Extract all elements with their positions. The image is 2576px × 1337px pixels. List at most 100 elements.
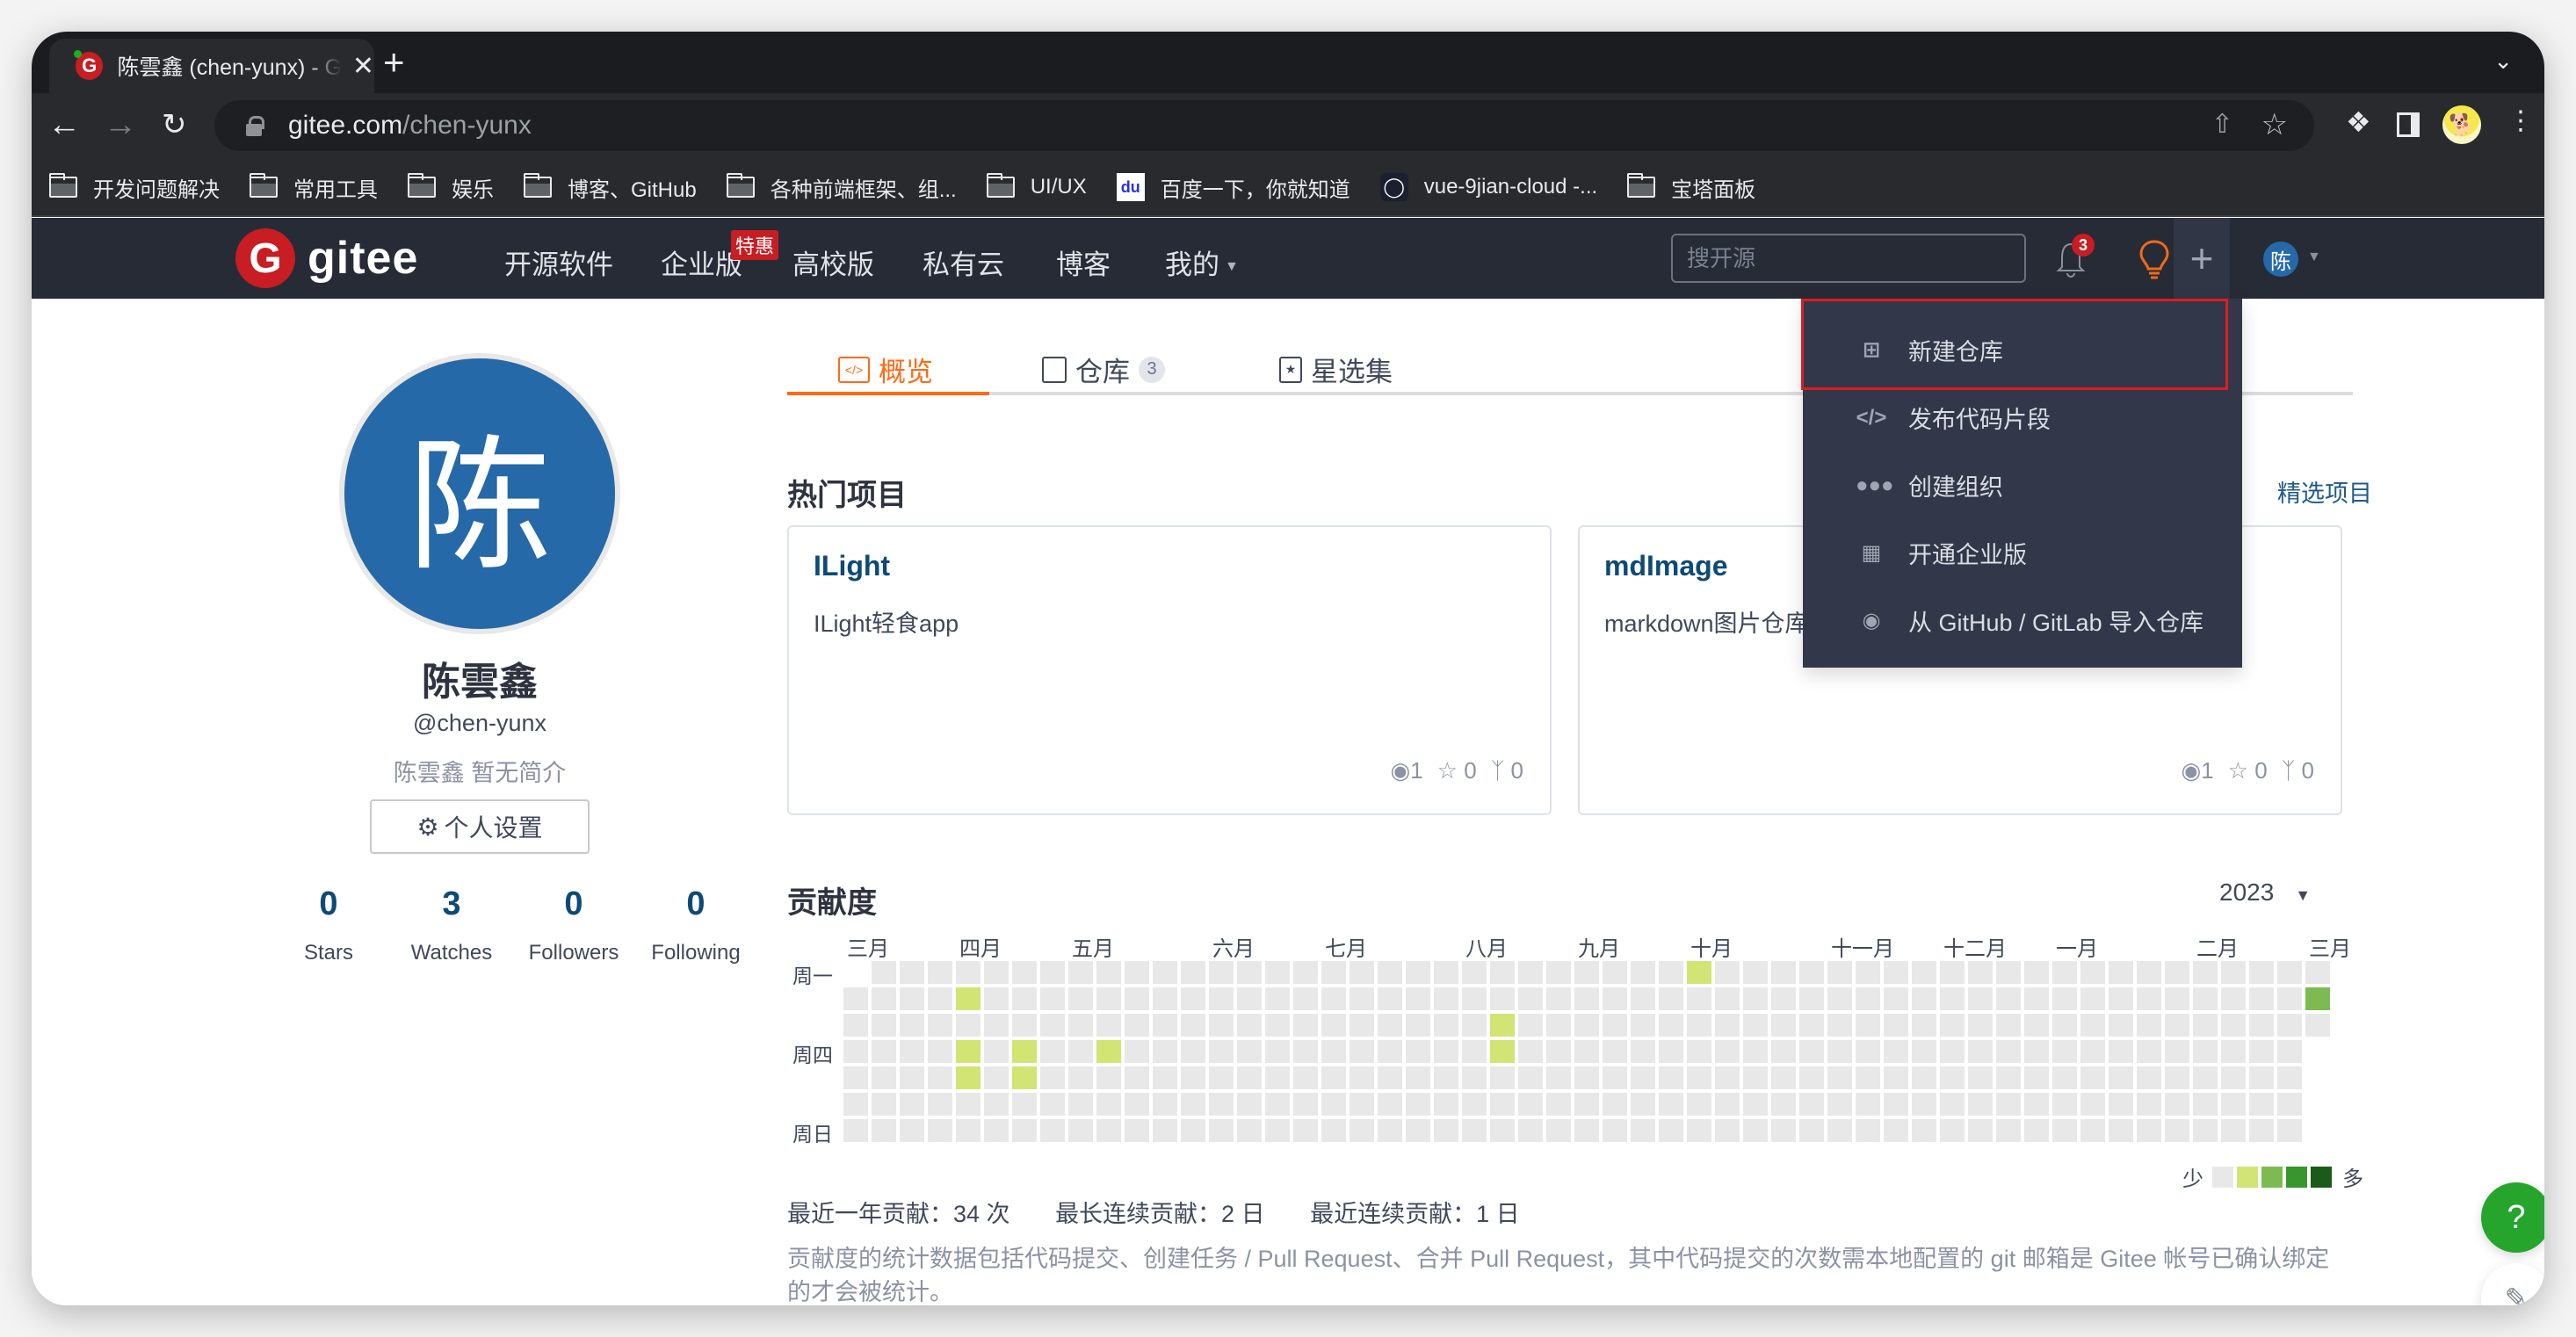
contribution-cell[interactable] — [928, 961, 952, 984]
contribution-cell[interactable] — [2277, 1014, 2302, 1037]
contribution-cell[interactable] — [2221, 1119, 2246, 1142]
contribution-cell[interactable] — [956, 1119, 980, 1142]
contribution-cell[interactable] — [900, 1066, 924, 1089]
contribution-cell[interactable] — [1574, 961, 1599, 984]
contribution-cell[interactable] — [984, 1014, 1009, 1037]
contribution-cell[interactable] — [1237, 987, 1262, 1010]
contribution-cell[interactable] — [1378, 1093, 1402, 1116]
contribution-cell[interactable] — [2052, 987, 2077, 1010]
contribution-cell[interactable] — [2277, 1040, 2302, 1063]
contribution-cell[interactable] — [1518, 1093, 1543, 1116]
contribution-cell[interactable] — [1462, 961, 1487, 984]
contribution-cell[interactable] — [1350, 1040, 1374, 1063]
contribution-cell[interactable] — [956, 1066, 980, 1089]
contribution-cell[interactable] — [1406, 1119, 1430, 1142]
nav-open-source[interactable]: 开源软件 — [504, 242, 613, 282]
contribution-cell[interactable] — [2137, 961, 2161, 984]
contribution-cell[interactable] — [1996, 1066, 2021, 1089]
contribution-cell[interactable] — [1687, 987, 1711, 1010]
contribution-cell[interactable] — [956, 1040, 980, 1063]
contribution-cell[interactable] — [2165, 1066, 2189, 1089]
contribution-cell[interactable] — [1125, 961, 1149, 984]
contribution-cell[interactable] — [2221, 961, 2246, 984]
contribution-cell[interactable] — [1068, 1040, 1093, 1063]
contribution-cell[interactable] — [843, 987, 868, 1010]
bookmark-item[interactable]: 常用工具 — [250, 172, 378, 203]
contribution-cell[interactable] — [928, 1066, 952, 1089]
bookmark-item[interactable]: 各种前端框架、组... — [726, 172, 957, 203]
contribution-cell[interactable] — [1518, 1066, 1543, 1089]
contribution-cell[interactable] — [1574, 1040, 1599, 1063]
contribution-cell[interactable] — [1631, 961, 1655, 984]
contribution-cell[interactable] — [2052, 1014, 2077, 1037]
contribution-cell[interactable] — [1265, 961, 1290, 984]
contribution-cell[interactable] — [2165, 1093, 2189, 1116]
contribution-cell[interactable] — [1884, 1066, 1908, 1089]
contribution-cell[interactable] — [1321, 1119, 1346, 1142]
contribution-cell[interactable] — [2221, 1066, 2246, 1089]
gitee-logo[interactable]: G gitee — [235, 228, 418, 288]
contribution-cell[interactable] — [1771, 1119, 1796, 1142]
contribution-cell[interactable] — [1378, 1066, 1402, 1089]
contribution-cell[interactable] — [1940, 1066, 1965, 1089]
contribution-cell[interactable] — [1687, 961, 1711, 984]
contribution-cell[interactable] — [1293, 1040, 1318, 1063]
contribution-cell[interactable] — [1715, 1093, 1740, 1116]
contribution-cell[interactable] — [1012, 1014, 1037, 1037]
contribution-cell[interactable] — [1237, 1040, 1262, 1063]
contribution-cell[interactable] — [1603, 961, 1627, 984]
contribution-cell[interactable] — [1771, 961, 1796, 984]
menu-item-import-repo[interactable]: ◉ 从 GitHub / GitLab 导入仓库 — [1803, 587, 2242, 654]
contribution-cell[interactable] — [1715, 1014, 1740, 1037]
contribution-cell[interactable] — [1237, 1014, 1262, 1037]
contribution-cell[interactable] — [2137, 1014, 2161, 1037]
contribution-cell[interactable] — [984, 1119, 1009, 1142]
browser-tab[interactable]: G 陈雲鑫 (chen-yunx) - Gitee.com ✕ — [49, 39, 374, 93]
bookmark-item[interactable]: 开发问题解决 — [49, 172, 220, 203]
contribution-cell[interactable] — [2165, 987, 2189, 1010]
contribution-cell[interactable] — [900, 1014, 924, 1037]
contribution-cell[interactable] — [1012, 961, 1037, 984]
address-bar[interactable]: gitee.com/chen-yunx ⇧ ☆ — [214, 100, 2314, 151]
back-arrow-icon[interactable]: ← — [47, 105, 81, 144]
contribution-cell[interactable] — [1518, 1119, 1543, 1142]
contribution-cell[interactable] — [1715, 1040, 1740, 1063]
contribution-cell[interactable] — [872, 987, 896, 1010]
contribution-cell[interactable] — [1827, 987, 1852, 1010]
contribution-cell[interactable] — [1350, 961, 1374, 984]
contribution-cell[interactable] — [1125, 1093, 1149, 1116]
contribution-cell[interactable] — [1856, 987, 1880, 1010]
contribution-cell[interactable] — [1434, 961, 1458, 984]
contribution-cell[interactable] — [1715, 961, 1740, 984]
contribution-cell[interactable] — [2024, 1014, 2049, 1037]
contribution-cell[interactable] — [1856, 1093, 1880, 1116]
contribution-cell[interactable] — [1125, 1066, 1149, 1089]
contribution-cell[interactable] — [2137, 1119, 2161, 1142]
contribution-cell[interactable] — [1406, 987, 1430, 1010]
help-button[interactable]: ? — [2481, 1182, 2544, 1253]
contribution-cell[interactable] — [1743, 1066, 1768, 1089]
contribution-cell[interactable] — [1321, 1014, 1346, 1037]
contribution-cell[interactable] — [1659, 961, 1683, 984]
contribution-cell[interactable] — [1940, 1040, 1965, 1063]
contribution-cell[interactable] — [1125, 987, 1149, 1010]
contribution-cell[interactable] — [2052, 1066, 2077, 1089]
contribution-cell[interactable] — [2305, 1014, 2330, 1037]
contribution-cell[interactable] — [1321, 961, 1346, 984]
contribution-cell[interactable] — [1012, 987, 1037, 1010]
project-name-link[interactable]: mdImage — [1604, 550, 1727, 582]
contribution-cell[interactable] — [2109, 1066, 2133, 1089]
contribution-cell[interactable] — [2193, 1066, 2218, 1089]
contribution-cell[interactable] — [1603, 987, 1627, 1010]
contribution-cell[interactable] — [1856, 961, 1880, 984]
contribution-cell[interactable] — [1293, 1093, 1318, 1116]
stat-watches[interactable]: 3 Watches — [390, 885, 513, 965]
contribution-cell[interactable] — [1940, 961, 1965, 984]
contribution-cell[interactable] — [1265, 1014, 1290, 1037]
contribution-cell[interactable] — [1715, 1066, 1740, 1089]
contribution-cell[interactable] — [1209, 1066, 1234, 1089]
contribution-cell[interactable] — [1153, 1093, 1177, 1116]
contribution-cell[interactable] — [1040, 1093, 1065, 1116]
contribution-cell[interactable] — [1996, 1014, 2021, 1037]
contribution-cell[interactable] — [2305, 987, 2330, 1010]
